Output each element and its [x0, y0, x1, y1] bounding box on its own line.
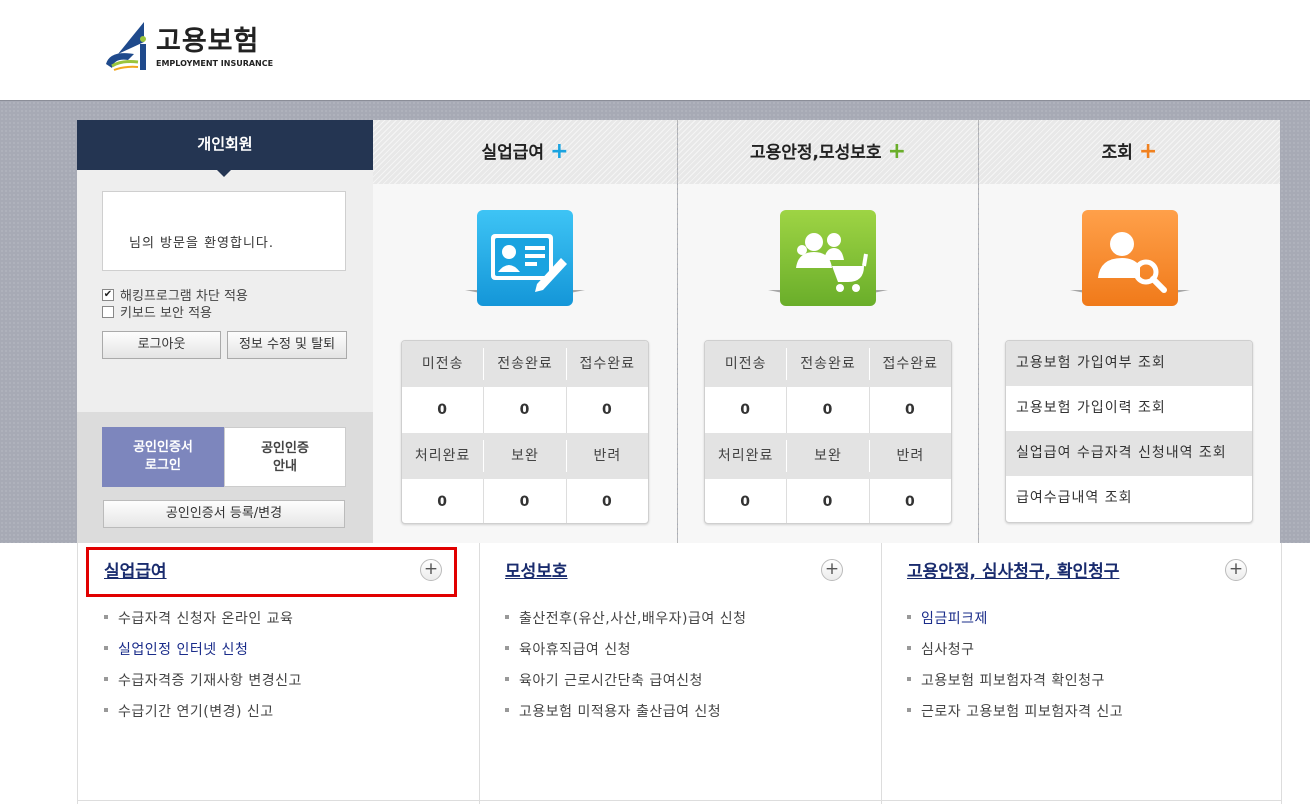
list-item[interactable]: 실업인정 인터넷 신청: [104, 639, 302, 670]
status-head: 전송완료: [786, 348, 868, 380]
panel-title: 실업급여: [481, 143, 545, 163]
status-head: 전송완료: [483, 348, 565, 380]
status-count[interactable]: 0: [402, 479, 483, 523]
inquiry-link[interactable]: 고용보험 가입여부 조회: [1006, 341, 1252, 386]
inquiry-header[interactable]: 조회 +: [979, 120, 1280, 184]
certificate-area: 공인인증서 로그인 공인인증 안내 공인인증서 등록/변경: [77, 412, 373, 543]
user-search-icon[interactable]: [1082, 210, 1178, 306]
logo-name-kr: 고용보험: [156, 25, 260, 57]
panel-title: 고용안정,모성보호: [749, 143, 882, 163]
status-head: 접수완료: [868, 348, 951, 380]
list-item[interactable]: 육아휴직급여 신청: [505, 639, 746, 670]
unemployment-benefit-panel: 실업급여 + 미전송 전송완료 접수완료 0 0 0 처리완료 보완 반려 0 …: [373, 120, 677, 543]
unemployment-benefit-header[interactable]: 실업급여 +: [373, 120, 677, 184]
list-item[interactable]: 고용보험 피보험자격 확인청구: [907, 670, 1123, 701]
footer-divider: [77, 800, 1282, 804]
list-item[interactable]: 수급자격증 기재사항 변경신고: [104, 670, 302, 701]
cert-login-button[interactable]: 공인인증서 로그인: [102, 427, 224, 487]
site-header: 고용보험 EMPLOYMENT INSURANCE: [0, 0, 1310, 100]
cert-guide-button[interactable]: 공인인증 안내: [224, 427, 346, 487]
status-head: 반려: [565, 440, 648, 472]
cert-register-button[interactable]: 공인인증서 등록/변경: [103, 500, 345, 528]
status-count[interactable]: 0: [705, 479, 786, 523]
stability-claims-list-section: 고용안정, 심사청구, 확인청구 + 임금피크제 심사청구 고용보험 피보험자격…: [881, 543, 1281, 804]
status-count[interactable]: 0: [565, 479, 648, 523]
option-label: 키보드 보안 적용: [120, 306, 212, 321]
employment-maternity-header[interactable]: 고용안정,모성보호 +: [678, 120, 978, 184]
unemployment-status-table: 미전송 전송완료 접수완료 0 0 0 처리완료 보완 반려 0 0 0: [401, 340, 649, 524]
checkbox-keyboard-security[interactable]: [102, 305, 114, 318]
list-item[interactable]: 심사청구: [907, 639, 1123, 670]
status-head: 보완: [483, 440, 565, 472]
status-count[interactable]: 0: [483, 479, 565, 523]
status-head: 보완: [786, 440, 868, 472]
status-count[interactable]: 0: [483, 387, 565, 433]
list-item[interactable]: 수급기간 연기(변경) 신고: [104, 701, 302, 732]
cert-guide-label: 공인인증: [261, 441, 309, 456]
status-count[interactable]: 0: [868, 479, 951, 523]
panel-title: 조회: [1101, 143, 1133, 163]
login-panel: 개인회원 님의 방문을 환영합니다. ✔ 해킹프로그램 차단 적용 키보드 보안…: [77, 120, 373, 543]
list-item[interactable]: 육아기 근로시간단축 급여신청: [505, 670, 746, 701]
plus-more-icon[interactable]: +: [821, 559, 843, 581]
tab-personal-member[interactable]: 개인회원: [77, 120, 373, 177]
stability-claims-list-title[interactable]: 고용안정, 심사청구, 확인청구: [907, 557, 1119, 582]
plus-icon[interactable]: +: [888, 139, 906, 164]
logout-button[interactable]: 로그아웃: [102, 331, 221, 359]
maternity-list-section: 모성보호 + 출산전후(유산,사산,배우자)급여 신청 육아휴직급여 신청 육아…: [479, 543, 881, 804]
status-head: 반려: [868, 440, 951, 472]
checkbox-hacking-block[interactable]: ✔: [102, 288, 114, 301]
welcome-message: 님의 방문을 환영합니다.: [102, 191, 346, 271]
highlight-annotation: [86, 547, 457, 597]
list-item[interactable]: 임금피크제: [907, 608, 1123, 639]
plus-icon[interactable]: +: [1139, 139, 1157, 164]
list-item[interactable]: 고용보험 미적용자 출산급여 신청: [505, 701, 746, 732]
plus-more-icon[interactable]: +: [1225, 559, 1247, 581]
status-head: 접수완료: [565, 348, 648, 380]
employment-status-table: 미전송 전송완료 접수완료 0 0 0 처리완료 보완 반려 0 0 0: [704, 340, 952, 524]
status-head: 처리완료: [414, 448, 471, 464]
inquiry-list: 고용보험 가입여부 조회 고용보험 가입이력 조회 실업급여 수급자격 신청내역…: [1005, 340, 1253, 523]
status-count[interactable]: 0: [402, 387, 483, 433]
cert-login-label: 공인인증서: [133, 440, 193, 455]
list-item[interactable]: 근로자 고용보험 피보험자격 신고: [907, 701, 1123, 732]
maternity-list-title[interactable]: 모성보호: [505, 557, 568, 582]
status-head: 미전송: [421, 356, 464, 372]
option-keyboard-security[interactable]: 키보드 보안 적용: [102, 302, 212, 321]
id-card-icon[interactable]: [477, 210, 573, 306]
status-count[interactable]: 0: [705, 387, 786, 433]
status-count[interactable]: 0: [868, 387, 951, 433]
status-count[interactable]: 0: [786, 479, 868, 523]
status-head: 미전송: [724, 356, 767, 372]
status-count[interactable]: 0: [786, 387, 868, 433]
edit-account-button[interactable]: 정보 수정 및 탈퇴: [227, 331, 347, 359]
inquiry-link[interactable]: 급여수급내역 조회: [1006, 476, 1252, 521]
employment-maternity-panel: 고용안정,모성보호 + 미전송 전송완료 접수완료 0 0 0 처리완료 보완: [678, 120, 978, 543]
site-logo[interactable]: 고용보험 EMPLOYMENT INSURANCE: [104, 20, 273, 74]
list-item[interactable]: 출산전후(유산,사산,배우자)급여 신청: [505, 608, 746, 639]
logo-name-en: EMPLOYMENT INSURANCE: [156, 58, 274, 68]
status-head: 처리완료: [717, 448, 774, 464]
inquiry-panel: 조회 + 고용보험 가입여부 조회 고용보험 가입이력 조회 실업급여 수급자격 …: [979, 120, 1280, 543]
cert-login-label-2: 로그인: [145, 458, 181, 473]
plus-icon[interactable]: +: [550, 139, 568, 164]
family-stroller-icon[interactable]: [780, 210, 876, 306]
status-count[interactable]: 0: [565, 387, 648, 433]
inquiry-link[interactable]: 고용보험 가입이력 조회: [1006, 386, 1252, 431]
cert-guide-label-2: 안내: [273, 459, 297, 474]
logo-icon: [104, 20, 152, 74]
inquiry-link[interactable]: 실업급여 수급자격 신청내역 조회: [1006, 431, 1252, 476]
list-item[interactable]: 수급자격 신청자 온라인 교육: [104, 608, 302, 639]
